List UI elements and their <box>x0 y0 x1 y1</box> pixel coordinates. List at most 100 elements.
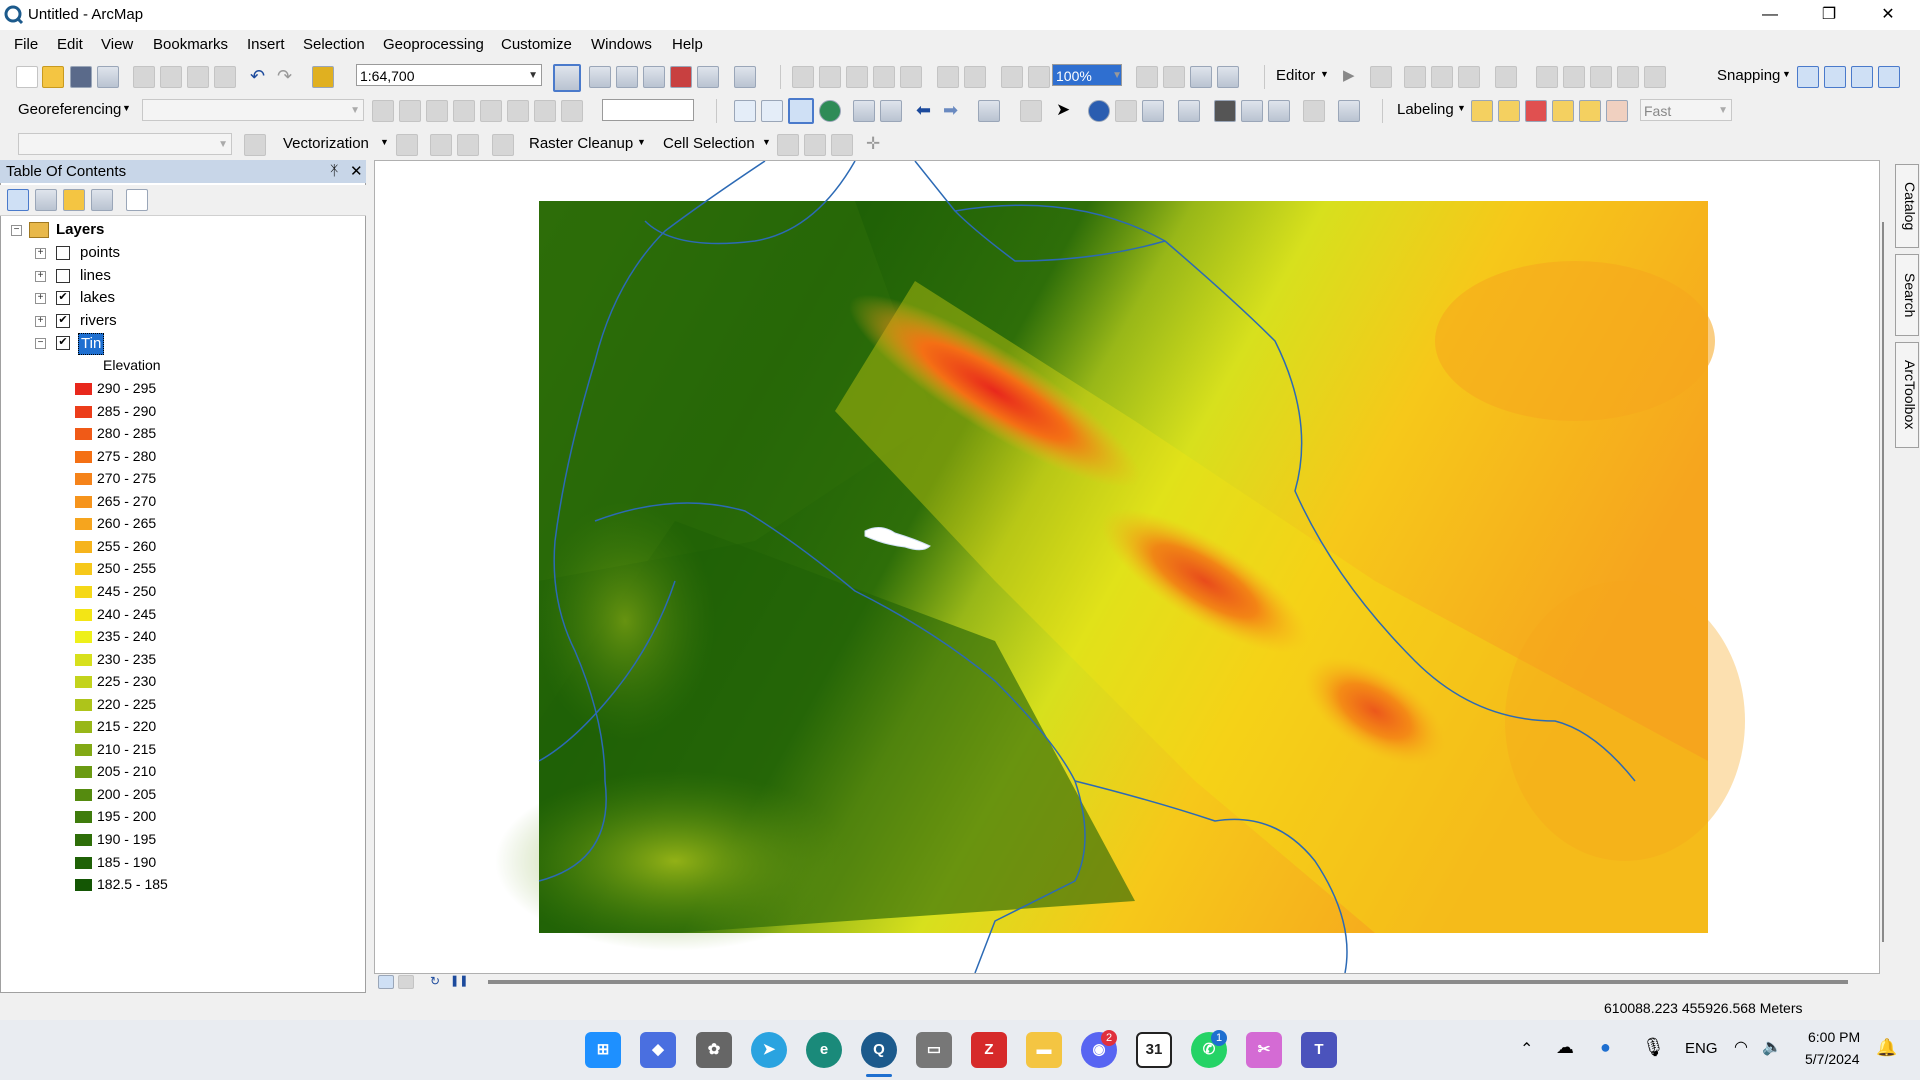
list-by-selection-icon[interactable] <box>91 189 113 211</box>
model-builder-icon[interactable] <box>734 66 756 88</box>
windows-start-icon[interactable]: ⊞ <box>585 1032 621 1068</box>
georef-layer-combo[interactable]: ▼ <box>142 99 364 121</box>
map-view[interactable] <box>374 160 1880 974</box>
legend-swatch[interactable] <box>75 405 92 418</box>
zotero-icon[interactable]: Z <box>971 1032 1007 1068</box>
raster-cleanup-menu[interactable]: Raster Cleanup <box>529 135 633 152</box>
menu-selection[interactable]: Selection <box>303 36 365 53</box>
elevation-map[interactable] <box>375 161 1879 973</box>
legend-swatch[interactable] <box>75 428 92 441</box>
select-features-icon[interactable] <box>978 100 1000 122</box>
label-quality-combo[interactable]: Fast ▼ <box>1640 99 1732 121</box>
georef-rotate-icon[interactable] <box>399 100 421 122</box>
edit-tool-icon[interactable]: ▶ <box>1343 66 1363 86</box>
layer-points[interactable]: points <box>80 243 120 263</box>
raster-layer-combo[interactable]: ▼ <box>18 133 232 155</box>
catalog-tab[interactable]: Catalog <box>1895 164 1919 248</box>
teams-icon[interactable]: T <box>1301 1032 1337 1068</box>
raster-snapping-icon[interactable] <box>244 134 266 156</box>
layout-zoom-out-icon[interactable] <box>819 66 841 88</box>
editor-menu[interactable]: Editor <box>1276 67 1315 84</box>
create-viewer-window-icon[interactable] <box>1338 100 1360 122</box>
georef-extra-icon[interactable] <box>561 100 583 122</box>
eraser-icon[interactable] <box>492 134 514 156</box>
legend-swatch[interactable] <box>75 698 92 711</box>
redo-icon[interactable]: ↷ <box>277 66 297 86</box>
map-vertical-scrollbar[interactable] <box>1879 160 1887 946</box>
point-tool-icon[interactable] <box>1495 66 1517 88</box>
html-popup-icon[interactable] <box>1142 100 1164 122</box>
legend-swatch[interactable] <box>75 585 92 598</box>
menu-help[interactable]: Help <box>672 36 703 53</box>
endpoint-arc-icon[interactable] <box>1431 66 1453 88</box>
identify-icon[interactable] <box>1088 100 1110 122</box>
clear-selection-icon[interactable] <box>1020 100 1042 122</box>
trace-icon[interactable] <box>1458 66 1480 88</box>
copilot-icon[interactable]: ◆ <box>640 1032 676 1068</box>
viewer-icon[interactable] <box>507 100 529 122</box>
back-arrow-icon[interactable]: ⬅ <box>916 100 936 120</box>
expand-icon[interactable]: + <box>35 248 46 259</box>
menu-edit[interactable]: Edit <box>57 36 83 53</box>
toggle-draft-mode-icon[interactable] <box>1136 66 1158 88</box>
find-connected-cells-icon[interactable] <box>804 134 826 156</box>
edit-annotation-icon[interactable] <box>1370 66 1392 88</box>
layer-rivers[interactable]: rivers <box>80 311 117 331</box>
telegram-icon[interactable]: ➤ <box>751 1032 787 1068</box>
pause-labeling-icon[interactable] <box>1579 100 1601 122</box>
legend-swatch[interactable] <box>75 766 92 779</box>
legend-swatch[interactable] <box>75 676 92 689</box>
legend-swatch[interactable] <box>75 721 92 734</box>
hyperlink-icon[interactable] <box>1115 100 1137 122</box>
layer-checkbox-lines[interactable] <box>56 269 70 283</box>
layout-zoom-in-icon[interactable] <box>792 66 814 88</box>
forward-extent-icon[interactable] <box>1028 66 1050 88</box>
legend-swatch[interactable] <box>75 743 92 756</box>
arctoolbox-tab[interactable]: ArcToolbox <box>1895 342 1919 448</box>
toc-close-icon[interactable]: ✕ <box>350 162 363 180</box>
find-icon[interactable] <box>1214 100 1236 122</box>
legend-swatch[interactable] <box>75 473 92 486</box>
shape-recognition-icon[interactable] <box>430 134 452 156</box>
layer-checkbox-points[interactable] <box>56 246 70 260</box>
cell-area-icon[interactable] <box>831 134 853 156</box>
add-data-icon[interactable] <box>312 66 334 88</box>
forward-arrow-icon[interactable]: ➡ <box>943 100 963 120</box>
menu-view[interactable]: View <box>101 36 133 53</box>
fixed-zoom-out-map-icon[interactable] <box>880 100 902 122</box>
layer-lines[interactable]: lines <box>80 266 111 286</box>
app-icon[interactable]: ▭ <box>916 1032 952 1068</box>
search-tab[interactable]: Search <box>1895 254 1919 336</box>
arcmap-taskbar-icon[interactable]: Q <box>861 1032 897 1068</box>
legend-swatch[interactable] <box>75 608 92 621</box>
reshape-icon[interactable] <box>1563 66 1585 88</box>
legend-swatch[interactable] <box>75 518 92 531</box>
label-priority-icon[interactable] <box>1498 100 1520 122</box>
data-driven-pages-icon[interactable] <box>1217 66 1239 88</box>
auto-adjust-icon[interactable] <box>534 100 556 122</box>
layer-checkbox-rivers[interactable]: ✔ <box>56 314 70 328</box>
georeferencing-menu[interactable]: Georeferencing <box>18 101 121 118</box>
cell-selection-menu[interactable]: Cell Selection <box>663 135 755 152</box>
measure-icon[interactable] <box>1178 100 1200 122</box>
legend-swatch[interactable] <box>75 383 92 395</box>
link-table-icon[interactable] <box>480 100 502 122</box>
legend-swatch[interactable] <box>75 495 92 508</box>
vertex-snapping-icon[interactable] <box>1851 66 1873 88</box>
microphone-icon[interactable]: 🎙 <box>1642 1037 1665 1058</box>
clock-date[interactable]: 5/7/2024 <box>1805 1051 1860 1067</box>
data-frame-layers[interactable]: Layers <box>56 220 104 240</box>
label-manager-icon[interactable] <box>1471 100 1493 122</box>
menu-geoprocessing[interactable]: Geoprocessing <box>383 36 484 53</box>
catalog-window-icon[interactable] <box>643 66 665 88</box>
fixed-zoom-out-icon[interactable] <box>964 66 986 88</box>
collapse-icon[interactable]: − <box>35 338 46 349</box>
full-extent-icon[interactable] <box>819 100 841 122</box>
georef-input-field[interactable] <box>602 99 694 121</box>
map-horizontal-scrollbar[interactable] <box>488 980 1848 984</box>
add-control-points-icon[interactable] <box>372 100 394 122</box>
sync-error-icon[interactable]: ● <box>1600 1037 1611 1058</box>
find-route-icon[interactable] <box>1241 100 1263 122</box>
wifi-icon[interactable]: ◠ <box>1734 1037 1748 1057</box>
legend-swatch[interactable] <box>75 879 92 892</box>
